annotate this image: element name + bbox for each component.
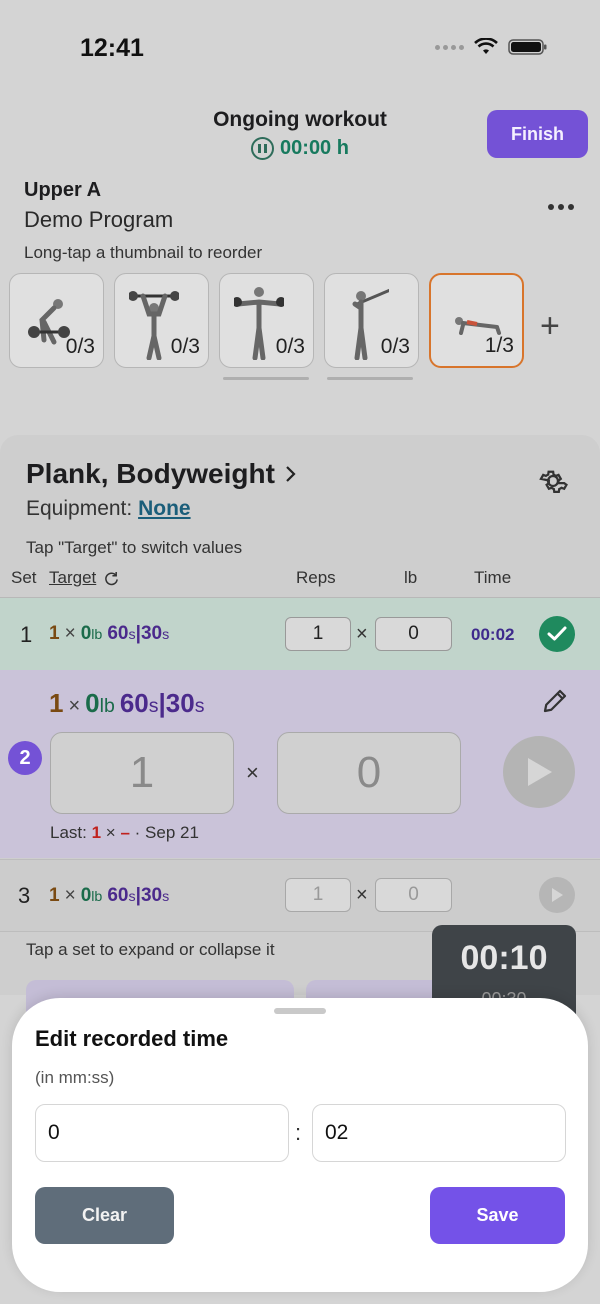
column-set: Set [11,568,37,587]
times-sign: × [64,885,76,906]
battery-icon [508,39,547,55]
exercise-name: Plank, Bodyweight [26,458,275,489]
times-sign: × [68,695,81,717]
start-set-button[interactable] [503,736,575,808]
status-time: 12:41 [80,34,144,62]
times-sign: × [356,623,368,645]
weight-input-large[interactable]: 0 [277,732,461,814]
weight-input[interactable]: 0 [375,878,452,912]
check-icon [547,626,567,641]
exercise-thumbnail[interactable]: 0/3 [114,273,209,368]
set-number-badge: 2 [8,741,42,775]
target-weight: 0lb [80,623,103,644]
target-reps: 1 [49,623,60,644]
target-weight: 0lb [80,885,103,906]
thumbnail-progress: 0/3 [170,335,200,358]
equipment-line: Equipment: None [26,497,191,521]
wifi-icon [474,38,498,54]
set-done-button[interactable] [539,616,575,652]
target-reps: 1 [49,885,60,906]
sheet-grabber[interactable] [274,1008,326,1014]
status-icons [435,38,548,56]
program-name: Demo Program [24,207,174,232]
exercise-thumbnail[interactable]: 0/3 [9,273,104,368]
column-time: Time [474,568,512,587]
gear-icon[interactable] [536,464,570,498]
target-reps: 1 [49,688,64,718]
save-button[interactable]: Save [430,1187,565,1244]
target-time: 60s|30s [107,623,170,644]
column-reps: Reps [296,568,336,587]
sheet-title: Edit recorded time [35,1026,229,1051]
thumbnail-progress: 0/3 [65,335,95,358]
exercise-thumbnail[interactable]: 0/3 [324,273,419,368]
weight-input[interactable]: 0 [375,617,452,651]
column-weight: lb [404,568,418,587]
set-number: 3 [18,883,31,908]
exercise-thumbnail-active[interactable]: 1/3 [429,273,524,368]
clear-button[interactable]: Clear [35,1187,174,1244]
reps-input[interactable]: 1 [285,617,351,651]
target-time: 60s|30s [119,688,205,718]
thumbnail-indicator [327,377,413,380]
workout-header: Ongoing workout 00:00 h Finish [0,100,600,170]
play-icon [528,758,552,786]
signal-icon [435,44,464,50]
equipment-label: Equipment: [26,497,133,520]
switch-values-hint: Tap "Target" to switch values [26,538,243,557]
sheet-subtitle: (in mm:ss) [35,1068,115,1087]
add-exercise-icon[interactable]: + [540,309,560,343]
minutes-input[interactable]: 0 [35,1104,289,1162]
more-options-icon[interactable] [548,204,574,210]
set-target[interactable]: 1 × 0lb 60s|30s [49,885,169,907]
reps-input-large[interactable]: 1 [50,732,234,814]
start-set-button[interactable] [539,877,575,913]
finish-button[interactable]: Finish [487,110,588,158]
time-separator: : [295,1120,302,1145]
thumbnail-progress: 0/3 [275,335,305,358]
exercise-thumbnails: 0/3 0/3 0/3 0/3 1/3 [9,273,524,368]
exercise-title[interactable]: Plank, Bodyweight [26,458,297,490]
target-weight: 0lb [85,688,115,718]
reorder-hint: Long-tap a thumbnail to reorder [24,243,263,262]
status-bar: 12:41 [0,0,600,96]
play-icon [552,888,563,902]
set-target[interactable]: 1 × 0lb 60s|30s [49,688,204,719]
equipment-value[interactable]: None [138,497,191,520]
seconds-input[interactable]: 02 [312,1104,566,1162]
pencil-icon[interactable] [540,686,570,716]
times-sign: × [246,760,259,785]
chevron-right-icon [286,466,296,482]
set-number: 1 [20,622,33,647]
times-sign: × [356,884,368,906]
thumbnail-progress: 0/3 [380,335,410,358]
refresh-icon[interactable] [104,571,119,586]
reps-input[interactable]: 1 [285,878,351,912]
column-target[interactable]: Target [49,568,119,588]
thumbnail-indicator [223,377,309,380]
workout-timer-value: 00:00 h [280,137,349,159]
times-sign: × [64,623,76,644]
exercise-thumbnail[interactable]: 0/3 [219,273,314,368]
recorded-time[interactable]: 00:02 [471,625,514,645]
expand-collapse-hint: Tap a set to expand or collapse it [26,940,275,959]
set-target[interactable]: 1 × 0lb 60s|30s [49,623,169,645]
workout-name: Upper A [24,179,102,201]
column-target-label: Target [49,568,97,587]
edit-time-sheet: Edit recorded time (in mm:ss) 0 : 02 Cle… [12,998,588,1292]
pause-icon[interactable] [251,137,275,160]
rest-timer-current: 00:10 [460,939,548,977]
target-time: 60s|30s [107,885,170,906]
last-performance: Last: 1 × – · Sep 21 [50,823,199,842]
thumbnail-progress: 1/3 [484,334,514,357]
